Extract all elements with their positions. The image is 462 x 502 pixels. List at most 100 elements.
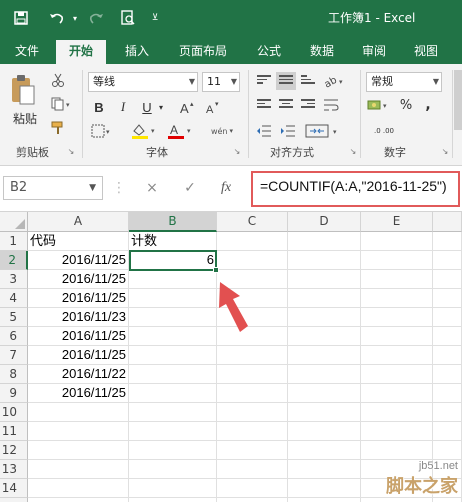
cell-c13[interactable] (217, 460, 288, 479)
cell-a14[interactable] (28, 479, 129, 498)
cancel-icon[interactable]: × (142, 176, 162, 200)
row-header-6[interactable]: 6 (0, 327, 28, 346)
align-right-icon[interactable] (298, 96, 318, 114)
font-grow-icon[interactable]: A ▴ (178, 98, 196, 116)
cell-b3[interactable] (129, 270, 217, 289)
print-preview-icon[interactable] (118, 0, 138, 36)
row-header-2[interactable]: 2 (0, 251, 28, 270)
cell-b5[interactable] (129, 308, 217, 327)
cell-f10[interactable] (433, 403, 462, 422)
italic-button[interactable]: I (114, 98, 132, 116)
row-header-12[interactable]: 12 (0, 441, 28, 460)
cell-d1[interactable] (288, 232, 361, 251)
cell-a8[interactable]: 2016/11/22 (28, 365, 129, 384)
cell-a1[interactable]: 代码 (28, 232, 129, 251)
cell-f11[interactable] (433, 422, 462, 441)
cell-f12[interactable] (433, 441, 462, 460)
cell-c2[interactable] (217, 251, 288, 270)
cell-e5[interactable] (361, 308, 433, 327)
cell-a13[interactable] (28, 460, 129, 479)
undo-dropdown-icon[interactable]: ▾ (70, 0, 80, 36)
cell-c12[interactable] (217, 441, 288, 460)
underline-button[interactable]: U (138, 98, 156, 116)
font-name-select[interactable]: 等线 ▼ (88, 72, 198, 92)
orientation-icon[interactable]: ab ▾ (322, 72, 348, 90)
percent-button[interactable]: % (398, 96, 414, 114)
tab-file[interactable]: 文件 (6, 40, 48, 64)
cell-d7[interactable] (288, 346, 361, 365)
paste-icon[interactable] (8, 72, 38, 108)
cell-f2[interactable] (433, 251, 462, 270)
column-header-partial[interactable] (433, 212, 462, 232)
cell-e8[interactable] (361, 365, 433, 384)
font-color-icon[interactable]: A ▾ (166, 122, 196, 140)
cell-a2[interactable]: 2016/11/25 (28, 251, 129, 270)
fill-color-icon[interactable]: ▾ (130, 122, 160, 140)
customize-icon[interactable]: ⊻ (148, 0, 162, 36)
row-header-11[interactable]: 11 (0, 422, 28, 441)
cell-a9[interactable]: 2016/11/25 (28, 384, 129, 403)
cell-d12[interactable] (288, 441, 361, 460)
cell-a15[interactable] (28, 498, 129, 502)
tab-insert[interactable]: 插入 (114, 40, 160, 64)
align-top-icon[interactable] (254, 72, 274, 90)
cell-b9[interactable] (129, 384, 217, 403)
cell-e3[interactable] (361, 270, 433, 289)
cell-d9[interactable] (288, 384, 361, 403)
formula-input[interactable]: =COUNTIF(A:A,"2016-11-25") (260, 178, 447, 194)
column-header-e[interactable]: E (361, 212, 433, 232)
enter-icon[interactable]: ✓ (180, 176, 200, 200)
redo-icon[interactable] (84, 0, 108, 36)
cell-a4[interactable]: 2016/11/25 (28, 289, 129, 308)
row-header-15[interactable]: 15 (0, 498, 28, 502)
column-header-b[interactable]: B (129, 212, 217, 232)
cell-e15[interactable] (361, 498, 433, 502)
cell-f15[interactable] (433, 498, 462, 502)
cell-a5[interactable]: 2016/11/23 (28, 308, 129, 327)
cell-b14[interactable] (129, 479, 217, 498)
font-size-select[interactable]: 11 ▼ (202, 72, 240, 92)
cell-c7[interactable] (217, 346, 288, 365)
drag-handle-icon[interactable]: ⋮ (112, 176, 126, 200)
cell-d15[interactable] (288, 498, 361, 502)
cell-d6[interactable] (288, 327, 361, 346)
cell-f6[interactable] (433, 327, 462, 346)
accounting-format-icon[interactable]: ▾ (366, 96, 392, 114)
align-center-icon[interactable] (276, 96, 296, 114)
alignment-launcher-icon[interactable]: ↘ (348, 146, 358, 156)
cell-c11[interactable] (217, 422, 288, 441)
cell-c9[interactable] (217, 384, 288, 403)
row-header-14[interactable]: 14 (0, 479, 28, 498)
cell-f9[interactable] (433, 384, 462, 403)
number-launcher-icon[interactable]: ↘ (440, 146, 450, 156)
row-header-5[interactable]: 5 (0, 308, 28, 327)
clipboard-launcher-icon[interactable]: ↘ (66, 146, 76, 156)
cell-b6[interactable] (129, 327, 217, 346)
number-format-select[interactable]: 常规 ▼ (366, 72, 442, 92)
cell-f5[interactable] (433, 308, 462, 327)
cell-e12[interactable] (361, 441, 433, 460)
cell-c1[interactable] (217, 232, 288, 251)
row-header-7[interactable]: 7 (0, 346, 28, 365)
cell-e7[interactable] (361, 346, 433, 365)
cell-e4[interactable] (361, 289, 433, 308)
cell-f8[interactable] (433, 365, 462, 384)
tab-view[interactable]: 视图 (404, 40, 448, 64)
cell-e11[interactable] (361, 422, 433, 441)
borders-icon[interactable]: ▾ (90, 122, 114, 140)
select-all-button[interactable] (0, 212, 28, 232)
tab-formulas[interactable]: 公式 (246, 40, 292, 64)
cell-c10[interactable] (217, 403, 288, 422)
font-launcher-icon[interactable]: ↘ (232, 146, 242, 156)
row-header-4[interactable]: 4 (0, 289, 28, 308)
cell-f7[interactable] (433, 346, 462, 365)
bold-button[interactable]: B (90, 98, 108, 116)
cell-a3[interactable]: 2016/11/25 (28, 270, 129, 289)
row-header-13[interactable]: 13 (0, 460, 28, 479)
cell-b11[interactable] (129, 422, 217, 441)
cell-a7[interactable]: 2016/11/25 (28, 346, 129, 365)
cell-f4[interactable] (433, 289, 462, 308)
font-shrink-icon[interactable]: A ▾ (204, 98, 222, 116)
cell-d3[interactable] (288, 270, 361, 289)
cell-d2[interactable] (288, 251, 361, 270)
